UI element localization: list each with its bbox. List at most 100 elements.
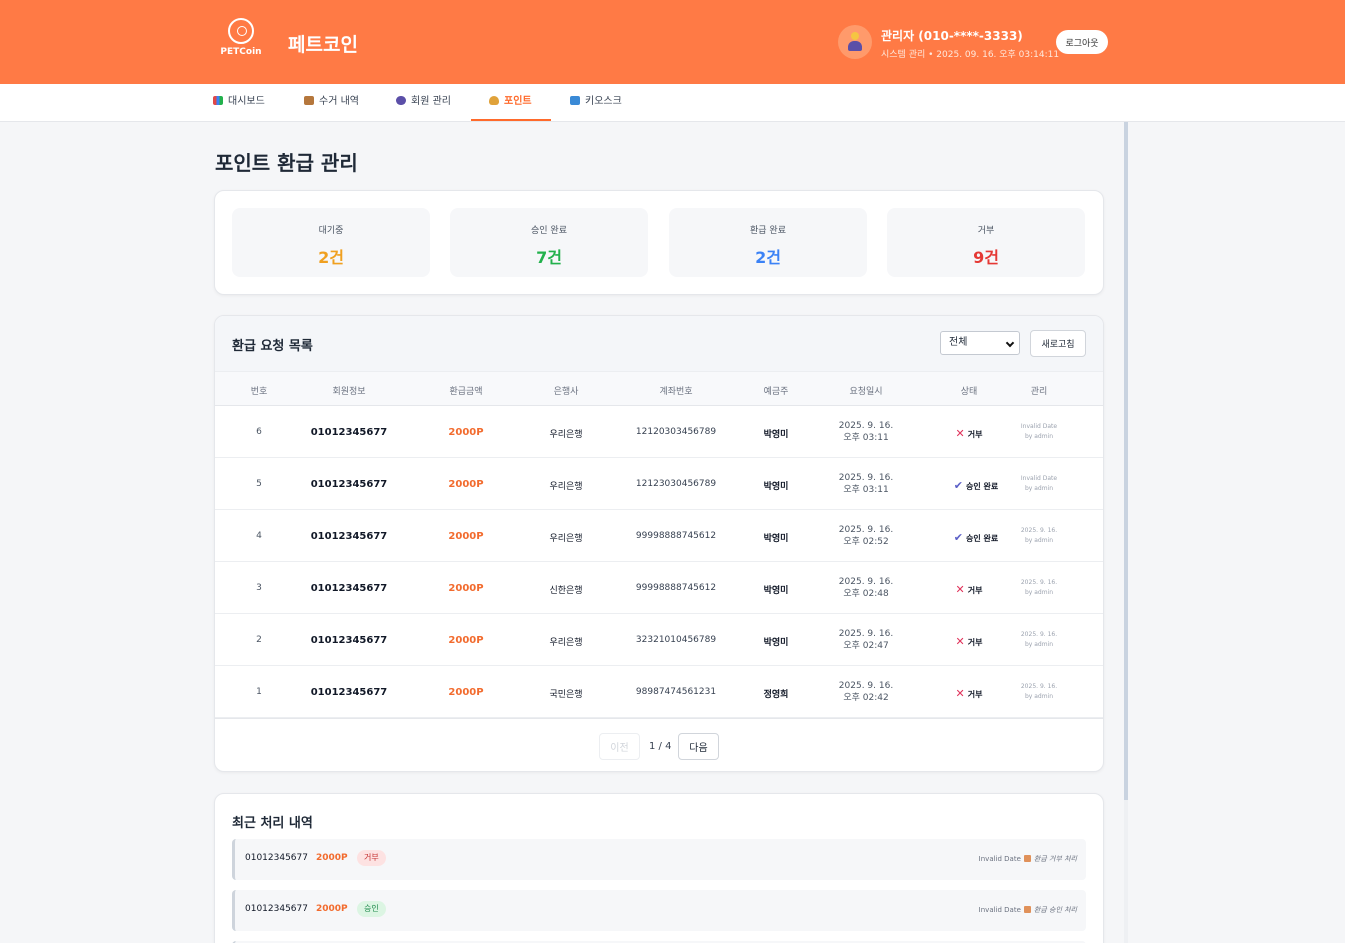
stat-pending: 대기중 2건 — [232, 208, 430, 277]
row-member: 01012345677 — [310, 427, 388, 438]
stat-refunded: 환급 완료 2건 — [669, 208, 867, 277]
column-header: 은행사 — [553, 387, 579, 397]
recent-member: 01012345677 — [245, 853, 308, 863]
row-date-day: 2025. 9. 16. — [838, 629, 894, 639]
row-amount: 2000P — [448, 427, 484, 438]
row-bank: 우리은행 — [549, 638, 583, 648]
scrollbar-thumb[interactable] — [1124, 122, 1128, 800]
row-date: 2025. 9. 16. 오후 02:52 — [839, 524, 893, 548]
page-title: 포인트 환급 관리 — [215, 151, 358, 175]
row-date-day: 2025. 9. 16. — [838, 421, 894, 431]
user-avatar-icon — [838, 25, 872, 59]
cross-icon: ✕ — [955, 427, 965, 440]
tab-kiosk[interactable]: 키오스크 — [570, 84, 622, 121]
row-status: ✕ 거부 — [956, 583, 983, 596]
cross-icon: ✕ — [955, 635, 965, 648]
row-date: 2025. 9. 16. 오후 03:11 — [839, 472, 893, 496]
row-holder: 박영미 — [763, 482, 789, 492]
tab-collection-history[interactable]: 수거 내역 — [304, 84, 359, 121]
table-row[interactable]: 3 01012345677 2000P 신한은행 99998888745612 … — [215, 562, 1103, 614]
table-row[interactable]: 5 01012345677 2000P 우리은행 12123030456789 … — [215, 458, 1103, 510]
row-account: 12120303456789 — [635, 427, 717, 437]
row-date-time: 오후 02:48 — [843, 589, 889, 599]
stat-rejected: 거부 9건 — [887, 208, 1085, 277]
recent-date: Invalid Date — [978, 906, 1021, 914]
column-header: 회원정보 — [332, 387, 366, 397]
row-date-time: 오후 02:47 — [843, 641, 889, 651]
memo-icon — [1023, 855, 1031, 862]
stat-value: 9건 — [973, 248, 999, 267]
page-scrollbar[interactable] — [1124, 122, 1128, 943]
table-row[interactable]: 6 01012345677 2000P 우리은행 12120303456789 … — [215, 406, 1103, 458]
row-manage-date: 2025. 9. 16. — [1020, 683, 1058, 690]
tab-dashboard-label: 대시보드 — [228, 96, 265, 107]
table-row[interactable]: 1 01012345677 2000P 국민은행 98987474561231 … — [215, 666, 1103, 718]
recent-meta: Invalid Date 환급 거부 처리 — [979, 854, 1077, 864]
tab-dashboard[interactable]: 대시보드 — [213, 84, 265, 121]
stat-value: 2건 — [318, 248, 344, 267]
row-number: 5 — [256, 479, 262, 489]
recent-note: 환급 거부 처리 — [1033, 855, 1077, 863]
table-row[interactable]: 2 01012345677 2000P 우리은행 32321010456789 … — [215, 614, 1103, 666]
column-header: 계좌번호 — [659, 387, 693, 397]
monitor-icon — [570, 96, 580, 105]
row-date-time: 오후 02:42 — [843, 693, 889, 703]
row-date-day: 2025. 9. 16. — [838, 525, 894, 535]
row-date-day: 2025. 9. 16. — [838, 577, 894, 587]
row-amount: 2000P — [448, 583, 484, 594]
memo-icon — [1023, 906, 1031, 913]
row-status: ✔ 승인 완료 — [954, 531, 998, 544]
row-manage-date: 2025. 9. 16. — [1020, 527, 1058, 534]
page-indicator: 1 / 4 — [649, 741, 672, 752]
tab-member-label: 회원 관리 — [411, 96, 451, 107]
row-account: 32321010456789 — [635, 635, 717, 645]
stat-label: 거부 — [977, 226, 995, 236]
row-amount: 2000P — [448, 479, 484, 490]
table-header: 번호 회원정보 환급금액 은행사 계좌번호 예금주 요청일시 상태 관리 — [215, 371, 1103, 406]
row-number: 2 — [256, 635, 262, 645]
stat-label: 환급 완료 — [750, 226, 786, 236]
column-header: 환급금액 — [449, 387, 483, 397]
row-number: 4 — [256, 531, 262, 541]
recent-item[interactable]: 01012345677 2000P 승인 Invalid Date 환급 승인 처… — [232, 890, 1086, 931]
tab-points[interactable]: 포인트 — [471, 84, 551, 121]
row-date: 2025. 9. 16. 오후 02:47 — [839, 628, 893, 652]
row-manage-by: by admin — [1024, 589, 1054, 596]
row-date-time: 오후 03:11 — [843, 433, 889, 443]
row-manage-date: Invalid Date — [1020, 475, 1058, 482]
row-status-label: 거부 — [967, 430, 983, 439]
chevron-down-icon — [1005, 338, 1015, 348]
top-header: PETCoin 페트코인 관리자 (010-****-3333) 시스템 관리 … — [0, 0, 1345, 84]
tab-member-management[interactable]: 회원 관리 — [396, 84, 451, 121]
row-manage-by: by admin — [1024, 537, 1054, 544]
column-header: 예금주 — [763, 387, 789, 397]
row-manage: Invalid Date by admin — [1021, 474, 1057, 494]
row-date: 2025. 9. 16. 오후 03:11 — [839, 420, 893, 444]
refund-request-list: 환급 요청 목록 전체 새로고침 번호 회원정보 환급금액 은행사 계좌번호 예… — [214, 315, 1104, 772]
check-icon: ✔ — [953, 531, 963, 544]
tab-collection-label: 수거 내역 — [319, 96, 359, 107]
stat-value: 2건 — [755, 248, 781, 267]
petcoin-logo[interactable]: PETCoin — [219, 18, 263, 62]
recent-item[interactable]: 01012345677 2000P 거부 Invalid Date 환급 거부 처… — [232, 839, 1086, 880]
status-badge: 거부 — [357, 850, 386, 866]
row-date-time: 오후 02:52 — [843, 537, 889, 547]
column-header: 관리 — [1030, 387, 1048, 397]
prev-page-button[interactable]: 이전 — [599, 733, 640, 760]
user-subtitle: 시스템 관리 • 2025. 09. 16. 오후 03:14:11 — [881, 50, 1060, 60]
logout-button[interactable]: 로그아웃 — [1056, 30, 1108, 54]
refresh-button[interactable]: 새로고침 — [1030, 330, 1086, 357]
recent-date: Invalid Date — [978, 855, 1021, 863]
row-amount: 2000P — [448, 687, 484, 698]
tab-kiosk-label: 키오스크 — [585, 96, 622, 107]
row-account: 99998888745612 — [635, 583, 717, 593]
status-filter-select[interactable]: 전체 — [940, 331, 1020, 355]
table-row[interactable]: 4 01012345677 2000P 우리은행 99998888745612 … — [215, 510, 1103, 562]
chart-icon — [213, 96, 223, 105]
row-manage: 2025. 9. 16. by admin — [1021, 682, 1057, 702]
status-badge: 승인 — [357, 901, 386, 917]
cross-icon: ✕ — [955, 583, 965, 596]
next-page-button[interactable]: 다음 — [678, 733, 719, 760]
box-icon — [304, 96, 314, 105]
row-number: 6 — [256, 427, 262, 437]
